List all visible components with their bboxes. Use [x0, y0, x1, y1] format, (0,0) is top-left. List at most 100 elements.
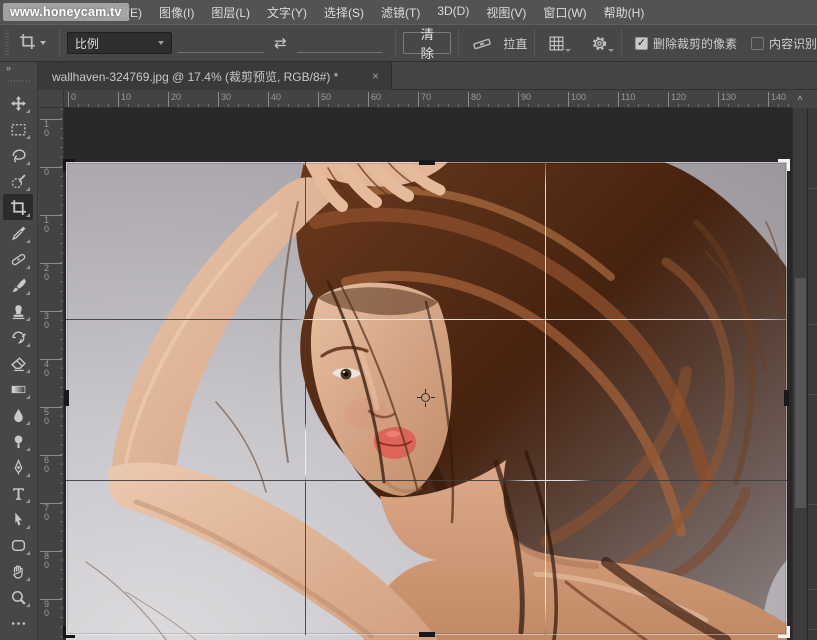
flyout-triangle-icon: [26, 317, 30, 321]
menu-layer[interactable]: 图层(L): [208, 2, 253, 23]
clone-stamp-tool[interactable]: [3, 298, 33, 324]
flyout-triangle-icon: [26, 109, 30, 113]
gradient-tool-icon: [10, 381, 27, 398]
vertical-scrollbar[interactable]: [792, 108, 807, 640]
crop-width-input[interactable]: [178, 33, 264, 53]
history-brush-tool[interactable]: [3, 324, 33, 350]
flyout-triangle-icon: [26, 421, 30, 425]
ruler-v-label: 4 0: [40, 359, 64, 379]
separator: [458, 29, 459, 57]
pen-tool[interactable]: [3, 454, 33, 480]
eraser-tool-icon: [10, 355, 27, 372]
gradient-tool[interactable]: [3, 376, 33, 402]
menu-type[interactable]: 文字(Y): [264, 2, 310, 23]
separator: [534, 29, 535, 57]
clear-button[interactable]: 清除: [403, 32, 451, 54]
path-selection-tool[interactable]: [3, 506, 33, 532]
ruler-h-label: 90: [518, 92, 531, 102]
crop-tool[interactable]: [3, 194, 33, 220]
document-tab-title: wallhaven-324769.jpg @ 17.4% (裁剪预览, RGB/…: [52, 68, 338, 85]
straighten-label[interactable]: 拉直: [503, 35, 527, 52]
eraser-tool[interactable]: [3, 350, 33, 376]
zoom-tool[interactable]: [3, 584, 33, 610]
more-tools[interactable]: [3, 610, 33, 636]
ruler-v-label: 5 0: [40, 407, 64, 427]
hand-tool[interactable]: [3, 558, 33, 584]
straighten-icon[interactable]: [472, 35, 492, 51]
delete-cropped-pixels-checkbox[interactable]: ✓: [635, 37, 648, 50]
menu-bar: Ps www.honeycam.tv 编辑(E)图像(I)图层(L)文字(Y)选…: [0, 0, 817, 24]
dodge-tool[interactable]: [3, 428, 33, 454]
options-grip[interactable]: [4, 30, 11, 56]
close-tab-icon[interactable]: ×: [370, 69, 381, 83]
flyout-triangle-icon: [26, 395, 30, 399]
marquee-tool[interactable]: [3, 116, 33, 142]
flyout-triangle-icon: [26, 161, 30, 165]
ruler-h-label: 80: [468, 92, 481, 102]
flyout-triangle-icon: [26, 603, 30, 607]
crop-ratio-select[interactable]: 比例: [67, 32, 173, 54]
menu-window[interactable]: 窗口(W): [540, 2, 589, 23]
toolbar-grip[interactable]: [8, 78, 31, 84]
type-tool[interactable]: [3, 480, 33, 506]
quick-selection-tool-icon: [10, 173, 27, 190]
flyout-triangle-icon: [26, 343, 30, 347]
overlay-options-icon[interactable]: [548, 35, 565, 52]
eyedropper-tool[interactable]: [3, 220, 33, 246]
healing-brush-tool[interactable]: [3, 246, 33, 272]
shape-tool[interactable]: [3, 532, 33, 558]
crop-settings-gear-icon[interactable]: [591, 35, 608, 52]
ruler-h-label: 20: [168, 92, 181, 102]
crop-options-bar: 比例 ⇄ 清除 拉直 ✓ 删除裁剪的像素 内容识别: [0, 24, 817, 62]
document-tab[interactable]: wallhaven-324769.jpg @ 17.4% (裁剪预览, RGB/…: [38, 62, 392, 90]
flyout-triangle-icon: [26, 291, 30, 295]
scroll-up-icon[interactable]: ˄: [794, 92, 806, 104]
flyout-triangle-icon: [26, 551, 30, 555]
ruler-h-label: 140: [768, 92, 786, 102]
menu-select[interactable]: 选择(S): [321, 2, 367, 23]
ruler-h-label: 130: [718, 92, 736, 102]
panel-dock-divider: [808, 589, 817, 590]
shape-tool-icon: [10, 537, 27, 554]
delete-cropped-pixels-label[interactable]: 删除裁剪的像素: [653, 35, 737, 52]
move-tool[interactable]: [3, 90, 33, 116]
blur-tool[interactable]: [3, 402, 33, 428]
ruler-v-label: 3 0: [40, 311, 64, 331]
menu-filter[interactable]: 滤镜(T): [378, 2, 423, 23]
swap-dimensions-icon[interactable]: ⇄: [274, 36, 287, 51]
flyout-triangle-icon: [26, 265, 30, 269]
ruler-h-label: 0: [68, 92, 76, 102]
ruler-h-label: 50: [318, 92, 331, 102]
photo-woman-portrait[interactable]: [66, 162, 787, 640]
scrollbar-thumb[interactable]: [795, 278, 806, 508]
tool-list: [0, 90, 37, 636]
content-aware-checkbox[interactable]: [751, 37, 764, 50]
menu-view[interactable]: 视图(V): [483, 2, 529, 23]
flyout-triangle-icon: [26, 187, 30, 191]
vertical-ruler[interactable]: 1 001 02 03 04 05 06 07 08 09 0: [40, 108, 64, 640]
blur-tool-icon: [10, 407, 27, 424]
toolbar-expand-button[interactable]: »: [0, 62, 37, 74]
ruler-h-label: 10: [118, 92, 131, 102]
menu-image[interactable]: 图像(I): [156, 2, 197, 23]
tool-preset-picker[interactable]: [19, 33, 46, 53]
more-tools-icon: [10, 615, 27, 632]
panel-dock-divider: [808, 504, 817, 505]
menu-3d[interactable]: 3D(D): [434, 2, 472, 23]
brush-tool[interactable]: [3, 272, 33, 298]
healing-brush-tool-icon: [10, 251, 27, 268]
ruler-h-label: 40: [268, 92, 281, 102]
zoom-tool-icon: [10, 589, 27, 606]
lasso-tool[interactable]: [3, 142, 33, 168]
content-aware-label[interactable]: 内容识别: [769, 35, 817, 52]
ruler-v-label: 7 0: [40, 503, 64, 523]
panel-dock-divider: [808, 324, 817, 325]
menu-help[interactable]: 帮助(H): [601, 2, 648, 23]
horizontal-ruler[interactable]: 0102030405060708090100110120130140: [64, 90, 792, 108]
ruler-h-label: 70: [418, 92, 431, 102]
ruler-v-label: 1 0: [40, 119, 64, 139]
crop-height-input[interactable]: [297, 33, 383, 53]
ruler-v-label: 0: [40, 167, 64, 177]
flyout-triangle-icon: [26, 239, 30, 243]
quick-selection-tool[interactable]: [3, 168, 33, 194]
